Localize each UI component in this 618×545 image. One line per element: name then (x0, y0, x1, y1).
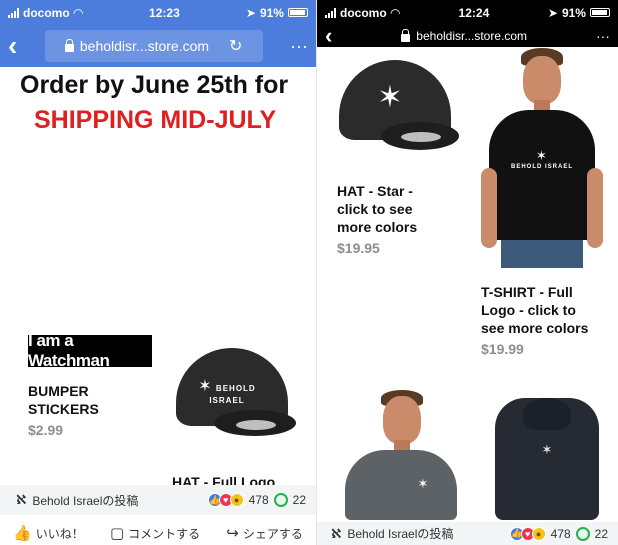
location-icon: ➤ (547, 5, 558, 20)
product-card-hat-star[interactable]: HAT - Star - click to see more colors $1… (337, 182, 417, 256)
gray-tshirt-model-image[interactable]: ✶ (339, 390, 463, 520)
lock-icon (64, 38, 74, 52)
battery-icon (287, 8, 308, 17)
comment-count-icon (273, 493, 288, 507)
gray-shirt-logo-icon: ✶ (417, 476, 429, 491)
reaction-count[interactable]: 478 (551, 527, 571, 541)
reload-icon[interactable]: ↻ (229, 36, 242, 56)
hat-star-image[interactable]: ✶ (335, 60, 461, 160)
carrier-label: docomo (23, 5, 70, 20)
back-icon[interactable]: ‹ (8, 32, 17, 60)
hat-full-logo-image[interactable]: ✶ BEHOLD ISRAEL (170, 348, 298, 448)
banner-line-1: Order by June 25th for (20, 71, 289, 99)
reactions-icons[interactable]: 👍 ♥ ● (509, 526, 546, 541)
facebook-post-bar: ℵ Behold Israelの投稿 👍 ♥ ● 478 22 (317, 522, 618, 545)
back-icon[interactable]: ‹ (325, 25, 332, 47)
clock: 12:24 (458, 5, 490, 20)
share-icon: ↪ (226, 525, 239, 542)
product-card-tshirt[interactable]: T-SHIRT - Full Logo - click to see more … (481, 283, 588, 357)
address-bar[interactable]: beholdisr...store.com (401, 28, 528, 43)
comment-count-icon (575, 526, 590, 541)
hat-logo: ✶ BEHOLD ISRAEL (198, 378, 256, 405)
product-card-bumper[interactable]: BUMPER STICKERS $2.99 (28, 382, 99, 438)
comment-label: コメントする (128, 527, 201, 541)
product-price: $19.99 (481, 341, 524, 357)
like-label: いいね！ (35, 527, 84, 541)
carrier-label: docomo (340, 5, 387, 20)
battery-percent: 91% (561, 5, 586, 20)
post-page-name[interactable]: Behold Israelの投稿 (32, 492, 138, 509)
carrier-group: docomo ◠ (8, 6, 83, 20)
battery-percent: 91% (259, 5, 284, 20)
wow-reaction-icon: ● (229, 493, 244, 507)
post-actions: 👍 いいね！ ▢ コメントする ↪ シェアする (0, 522, 316, 545)
status-bar: docomo ◠ 12:23 ➤ 91% (0, 0, 316, 25)
reactions-icons[interactable]: 👍 ♥ ● (207, 493, 244, 507)
signal-icon (325, 7, 336, 18)
browser-toolbar: ‹ beholdisr...store.com ↻ ··· (0, 25, 316, 67)
clock: 12:23 (149, 5, 180, 20)
hoodie-image[interactable]: ✶ (495, 398, 599, 520)
behold-logo-icon: ℵ (331, 525, 342, 541)
thumbs-up-icon: 👍 (13, 525, 32, 542)
tshirt-model-image[interactable]: ✶ BEHOLD ISRAEL (479, 48, 605, 268)
post-page-name[interactable]: Behold Israelの投稿 (347, 525, 453, 542)
like-button[interactable]: 👍 いいね！ (13, 525, 84, 542)
share-button[interactable]: ↪ シェアする (226, 525, 303, 542)
comment-count[interactable]: 22 (595, 527, 608, 541)
battery-icon (589, 8, 610, 17)
product-name: T-SHIRT - Full Logo - click to see more … (481, 284, 589, 336)
address-text: beholdisr...store.com (79, 38, 210, 54)
comment-count[interactable]: 22 (293, 493, 306, 507)
location-icon: ➤ (245, 5, 256, 20)
product-name: BUMPER STICKERS (28, 383, 99, 417)
watchman-logo[interactable]: I am a Watchman (28, 331, 152, 370)
comment-icon: ▢ (109, 525, 125, 542)
browser-toolbar: ‹ beholdisr...store.com ··· (317, 25, 618, 47)
battery-group: ➤ 91% (246, 6, 308, 20)
behold-logo-icon: ℵ (16, 492, 27, 507)
banner-line-2: SHIPPING MID-JULY (34, 106, 277, 134)
comment-button[interactable]: ▢ コメントする (110, 525, 200, 542)
product-name: HAT - Star - click to see more colors (337, 183, 418, 235)
wow-reaction-icon: ● (531, 526, 546, 541)
battery-group: ➤ 91% (548, 6, 610, 20)
more-icon[interactable]: ··· (290, 37, 308, 55)
star-logo-icon: ✶ (377, 81, 403, 114)
signal-icon (8, 7, 19, 18)
left-screenshot: docomo ◠ 12:23 ➤ 91% ‹ beholdisr...store… (0, 0, 316, 545)
product-price: $19.95 (337, 240, 380, 256)
hoodie-logo-icon: ✶ (541, 442, 553, 457)
wifi-icon: ◠ (73, 5, 83, 20)
address-text: beholdisr...store.com (416, 29, 528, 43)
lock-icon (401, 28, 411, 42)
right-screenshot: docomo ◠ 12:24 ➤ 91% ‹ beholdisr...store… (316, 0, 618, 545)
facebook-post-bar: ℵ Behold Israelの投稿 👍 ♥ ● 478 22 (0, 485, 316, 515)
reaction-count[interactable]: 478 (249, 493, 269, 507)
product-price: $2.99 (28, 422, 64, 438)
address-bar[interactable]: beholdisr...store.com ↻ (44, 30, 263, 62)
wifi-icon: ◠ (390, 5, 400, 20)
status-bar: docomo ◠ 12:24 ➤ 91% (317, 0, 618, 25)
more-icon[interactable]: ··· (596, 29, 610, 43)
watchman-logo-text: I am a Watchman (28, 331, 110, 370)
carrier-group: docomo ◠ (325, 6, 400, 20)
share-label: シェアする (242, 527, 303, 541)
shirt-logo: ✶ BEHOLD ISRAEL (510, 148, 573, 170)
